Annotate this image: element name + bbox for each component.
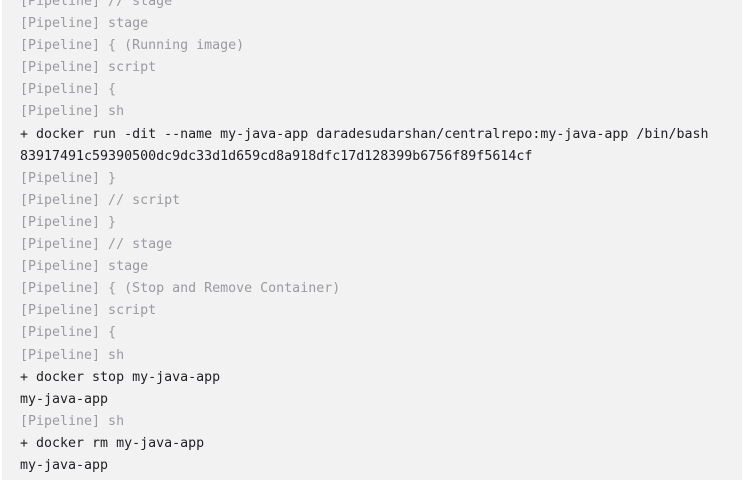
pipeline-log-line: [Pipeline] // stage [20, 0, 173, 9]
shell-command-line: + docker run -dit --name my-java-app dar… [20, 126, 709, 142]
shell-command-line: + docker rm my-java-app [20, 435, 205, 451]
pipeline-log-line: [Pipeline] script [20, 60, 157, 76]
command-output-line: 83917491c59390500dc9dc33d1d659cd8a918dfc… [20, 148, 533, 164]
pipeline-log-line: [Pipeline] script [20, 303, 157, 319]
command-output-line: my-java-app [20, 391, 109, 407]
pipeline-log-line: [Pipeline] // stage [20, 237, 173, 253]
pipeline-log-line: [Pipeline] // script [20, 192, 181, 208]
pipeline-log-line: [Pipeline] stage [20, 259, 149, 275]
pipeline-log-line: [Pipeline] } [20, 170, 117, 186]
pipeline-log-line: [Pipeline] { (Running image) [20, 38, 245, 54]
pipeline-log-line: [Pipeline] } [20, 214, 117, 230]
console-output-panel: [Pipeline] // stage [Pipeline] stage [Pipe… [2, 0, 742, 480]
pipeline-log-line: [Pipeline] sh [20, 347, 125, 363]
pipeline-log-line: [Pipeline] { [20, 325, 117, 341]
pipeline-log-line: [Pipeline] stage [20, 16, 149, 32]
shell-command-line: + docker stop my-java-app [20, 369, 221, 385]
command-output-line: my-java-app [20, 457, 109, 473]
pipeline-log-line: [Pipeline] sh [20, 413, 125, 429]
pipeline-log-line: [Pipeline] { (Stop and Remove Container) [20, 281, 341, 297]
pipeline-log-line: [Pipeline] sh [20, 104, 125, 120]
pipeline-log-line: [Pipeline] { [20, 82, 117, 98]
console-log: [Pipeline] // stage [Pipeline] stage [Pipe… [20, 0, 708, 480]
